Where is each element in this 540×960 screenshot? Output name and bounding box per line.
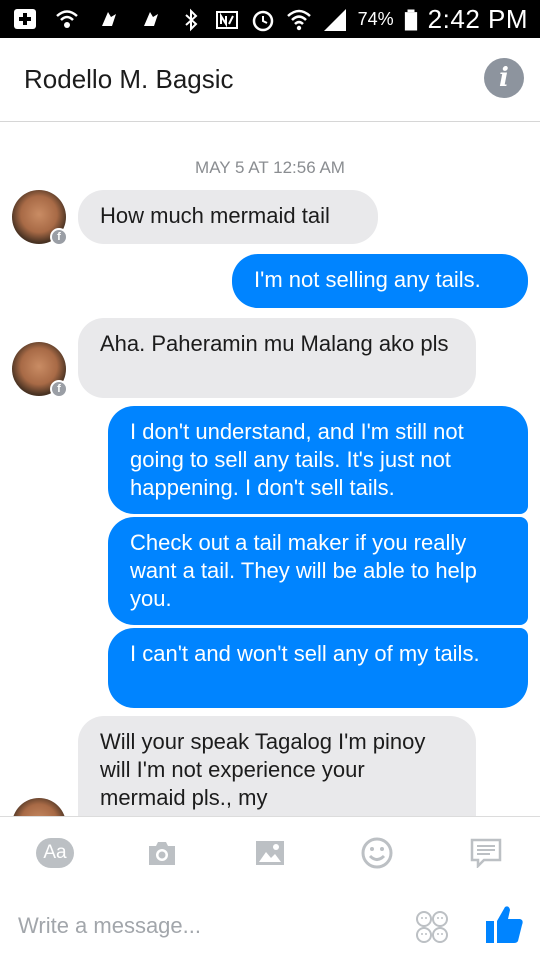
status-right-icons: 74% 2:42 PM bbox=[178, 4, 528, 35]
missed-call-icon bbox=[102, 12, 116, 26]
add-icon bbox=[14, 9, 36, 29]
avatar[interactable]: f bbox=[12, 190, 68, 246]
battery-percent: 74% bbox=[357, 9, 394, 29]
avatar-photo bbox=[12, 798, 66, 816]
emoji-button[interactable] bbox=[357, 837, 397, 869]
wifi-call-icon bbox=[56, 10, 78, 28]
message-bubble-outgoing[interactable]: I can't and won't sell any of my tails. bbox=[108, 628, 528, 708]
photo-icon bbox=[256, 841, 284, 865]
wifi-icon bbox=[286, 9, 311, 30]
message-bubble-incoming[interactable]: Aha. Paheramin mu Malang ako pls bbox=[78, 318, 476, 398]
emoji-icon bbox=[361, 837, 393, 869]
camera-button[interactable] bbox=[142, 837, 182, 869]
message-bubble-incoming[interactable]: How much mermaid tail bbox=[78, 190, 378, 244]
signal-icon bbox=[323, 8, 346, 31]
facebook-badge-icon: f bbox=[50, 228, 68, 246]
message-bubble-outgoing[interactable]: I don't understand, and I'm still not go… bbox=[108, 406, 528, 514]
clock: 2:42 PM bbox=[427, 4, 528, 34]
missed-call-icon-2 bbox=[144, 12, 158, 26]
status-left-icons bbox=[12, 6, 164, 32]
nfc-icon bbox=[215, 10, 238, 29]
battery-icon bbox=[404, 9, 417, 30]
facebook-badge-icon: f bbox=[50, 380, 68, 398]
bluetooth-icon bbox=[184, 8, 198, 31]
conversation-header: Rodello M. Bagsic i bbox=[0, 38, 540, 122]
status-bar: 74% 2:42 PM bbox=[0, 0, 540, 38]
chat-button[interactable] bbox=[466, 837, 506, 869]
like-thumbs-up-icon[interactable] bbox=[484, 903, 524, 945]
sticker-icon[interactable] bbox=[414, 909, 450, 945]
message-bubble-incoming[interactable]: Will your speak Tagalog I'm pinoy will I… bbox=[78, 716, 476, 816]
avatar[interactable] bbox=[12, 798, 66, 816]
composer: Aa bbox=[0, 816, 540, 960]
message-bubble-outgoing[interactable]: I'm not selling any tails. bbox=[232, 254, 528, 308]
message-list[interactable]: MAY 5 AT 12:56 AM f How much mermaid tai… bbox=[0, 122, 540, 816]
timestamp: MAY 5 AT 12:56 AM bbox=[195, 158, 345, 177]
avatar[interactable]: f bbox=[12, 342, 68, 398]
text-format-icon: Aa bbox=[36, 838, 74, 868]
message-bubble-outgoing[interactable]: Check out a tail maker if you really wan… bbox=[108, 517, 528, 625]
text-format-button[interactable]: Aa bbox=[35, 837, 75, 869]
photo-button[interactable] bbox=[250, 837, 290, 869]
message-input[interactable] bbox=[18, 909, 378, 943]
info-icon[interactable]: i bbox=[484, 58, 524, 98]
camera-icon bbox=[149, 842, 175, 865]
chat-icon bbox=[470, 838, 502, 868]
contact-name[interactable]: Rodello M. Bagsic bbox=[24, 64, 234, 95]
alarm-icon bbox=[252, 10, 273, 31]
